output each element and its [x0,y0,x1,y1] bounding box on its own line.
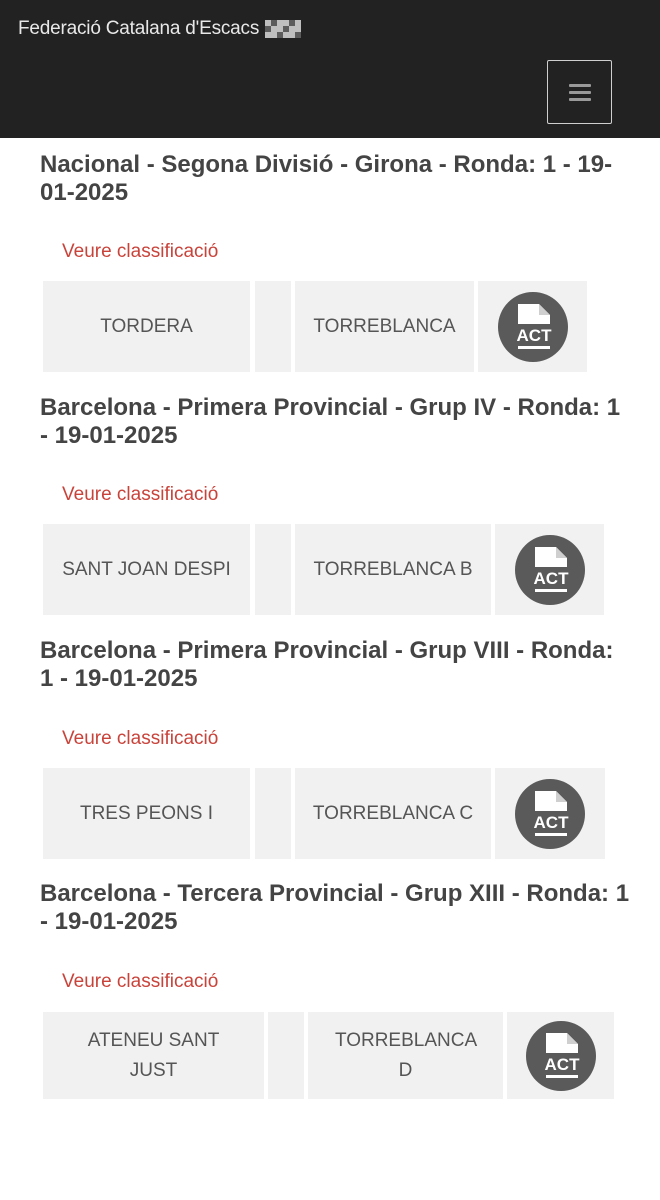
away-team: TORREBLANCA [295,281,474,372]
view-standings-link[interactable]: Veure classificació [62,484,218,506]
act-label: ACT [516,326,552,345]
brand-logo[interactable]: Federació Catalana d'Escacs [18,18,302,40]
away-team: TORREBLANCA C [295,768,491,859]
menu-toggle-button[interactable] [547,60,612,124]
home-team: ATENEU SANT JUST [43,1012,264,1099]
act-label: ACT [544,1055,580,1074]
away-team: TORREBLANCA D [308,1012,503,1099]
match-score [255,524,291,615]
act-cell[interactable]: ACT [478,281,587,372]
view-standings-link[interactable]: Veure classificació [62,728,218,750]
round-title: Nacional - Segona Divisió - Girona - Ron… [40,151,613,206]
hamburger-menu-icon [568,83,591,101]
act-label: ACT [533,569,569,588]
act-cell[interactable]: ACT [507,1012,614,1099]
round-title: Barcelona - Primera Provincial - Grup IV… [40,394,621,449]
away-team: TORREBLANCA B [295,524,491,615]
act-cell[interactable]: ACT [495,768,605,859]
round-title: Barcelona - Tercera Provincial - Grup XI… [40,880,630,935]
round-title: Barcelona - Primera Provincial - Grup VI… [40,637,614,692]
match-score [255,768,291,859]
navbar: Federació Catalana d'Escacs [0,0,660,138]
view-standings-link[interactable]: Veure classificació [62,241,218,263]
act-document-icon[interactable]: ACT [497,291,569,363]
view-standings-link[interactable]: Veure classificació [62,971,218,993]
home-team: TRES PEONS I [43,768,250,859]
home-team: TORDERA [43,281,250,372]
home-team: SANT JOAN DESPI [43,524,250,615]
act-document-icon[interactable]: ACT [514,534,586,606]
act-label: ACT [534,813,570,832]
brand-mark-icon [265,20,302,38]
act-cell[interactable]: ACT [495,524,604,615]
act-document-icon[interactable]: ACT [525,1020,597,1092]
match-score [255,281,291,372]
brand-name: Federació Catalana d'Escacs [18,18,260,39]
act-document-icon[interactable]: ACT [514,778,586,850]
match-score [268,1012,304,1099]
